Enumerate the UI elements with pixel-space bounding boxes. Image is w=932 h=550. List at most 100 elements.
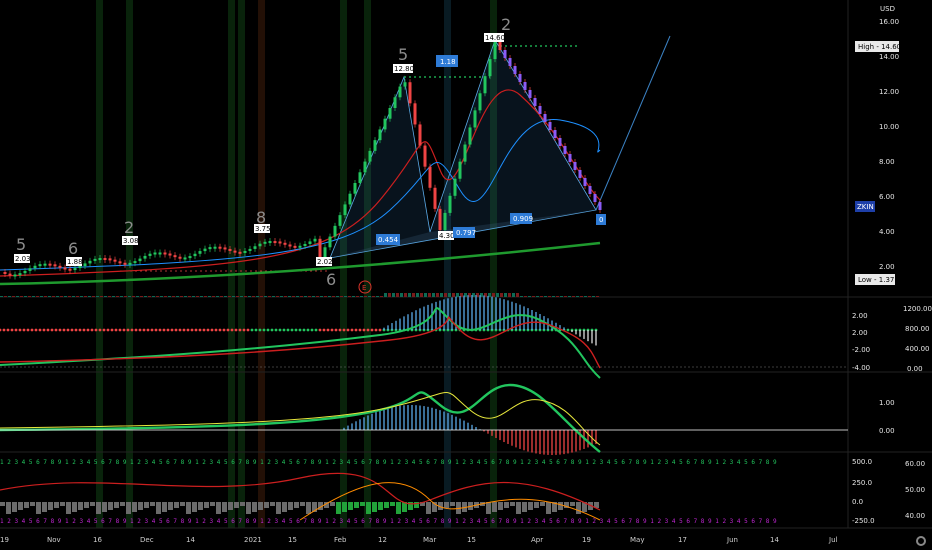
signal-dot [182, 328, 186, 332]
svg-text:6.00: 6.00 [879, 193, 895, 201]
signal-dot [298, 328, 302, 332]
osc3-bar [294, 502, 299, 508]
candle [438, 208, 442, 230]
candle [328, 236, 332, 248]
settings-gear-icon[interactable] [916, 536, 926, 546]
signal-dot [78, 328, 82, 332]
volume-bar [436, 293, 439, 297]
volume-bar [148, 296, 151, 297]
osc3-axis-label: 0.0 [852, 498, 863, 506]
price-chart[interactable]: 1 2 3 4 5 6 7 8 9 1 2 3 4 5 6 7 8 9 1 2 … [0, 0, 932, 550]
signal-dot [114, 328, 118, 332]
osc1-axis-label: -2.00 [852, 346, 870, 354]
signal-dot [342, 328, 346, 332]
earnings-marker: E [362, 284, 366, 292]
volume-bar [536, 296, 539, 297]
volume-bar [360, 296, 363, 297]
volume-bar [300, 296, 303, 297]
svg-text:1.18: 1.18 [440, 58, 456, 66]
signal-dot [266, 328, 270, 332]
osc3-bar [90, 502, 95, 506]
price-tag: 1.88 [66, 257, 83, 266]
candle [598, 202, 602, 210]
candle [13, 274, 17, 277]
signal-dot [258, 328, 262, 332]
volume-bar [8, 296, 11, 297]
volume-bar [452, 293, 455, 297]
volume-bar [16, 296, 19, 297]
signal-dot [226, 328, 230, 332]
volume-bar [344, 296, 347, 297]
svg-text:Low - 1.37: Low - 1.37 [858, 276, 894, 284]
candle [308, 241, 312, 244]
time-axis-label: 19 [0, 536, 9, 544]
candle [78, 266, 82, 269]
candle [138, 258, 142, 262]
osc3-bar [84, 502, 89, 508]
volume-bar [156, 296, 159, 297]
candle [423, 145, 427, 167]
signal-dot [350, 328, 354, 332]
volume-bar [556, 296, 559, 297]
highlight-band [340, 0, 347, 528]
volume-bar [4, 296, 7, 297]
signal-dot [110, 328, 114, 332]
svg-text:High - 14.60: High - 14.60 [858, 43, 901, 51]
volume-bar [348, 296, 351, 297]
candle [318, 238, 322, 258]
ratio-tag: 0 [596, 214, 606, 225]
volume-bar [560, 296, 563, 297]
candle [528, 90, 532, 98]
candle [333, 225, 337, 237]
osc1-axis-label: 1200.00 [903, 305, 932, 313]
candle [463, 144, 467, 162]
candle [478, 93, 482, 111]
osc1-axis-label: 0.00 [907, 365, 923, 373]
volume-bar [508, 293, 511, 297]
candle [348, 193, 352, 205]
osc3-bar [186, 502, 191, 514]
signal-dot [302, 328, 306, 332]
time-axis-label: Dec [140, 536, 154, 544]
osc3-bar [126, 502, 131, 514]
volume-bar [264, 296, 267, 297]
high-tag: High - 14.60 [855, 41, 901, 52]
osc3-bar [270, 502, 275, 506]
volume-bar [384, 293, 387, 297]
candle [103, 258, 107, 261]
osc3-bar [522, 502, 527, 512]
volume-bar [52, 296, 55, 297]
time-axis-label: 14 [186, 536, 195, 544]
candle [288, 244, 292, 247]
candle [523, 82, 527, 90]
wave-label: 2 [124, 218, 134, 237]
osc3-bar [120, 502, 125, 506]
signal-dot [290, 328, 294, 332]
osc3-bar [378, 502, 383, 510]
candle [228, 248, 232, 251]
osc3-bar [516, 502, 521, 514]
osc3-bar [504, 502, 509, 508]
candle [388, 108, 392, 119]
volume-bar [564, 296, 567, 297]
signal-dot [82, 328, 86, 332]
candle [253, 246, 257, 249]
candle [188, 256, 192, 259]
candle [468, 127, 472, 145]
osc3-bar [168, 502, 173, 510]
candle [573, 162, 577, 170]
candle [433, 187, 437, 209]
osc3-bar [288, 502, 293, 510]
candle [153, 252, 157, 255]
osc3-bar [264, 502, 269, 508]
volume-bar [548, 296, 551, 297]
osc3-bar [30, 502, 35, 506]
osc3-bar [336, 502, 341, 514]
candle [588, 186, 592, 194]
candle [43, 263, 47, 266]
volume-bar [552, 296, 555, 297]
price-tag: 3.08 [122, 236, 139, 245]
volume-bar [276, 296, 279, 297]
osc3-bar [240, 502, 245, 506]
time-axis-label: Feb [334, 536, 347, 544]
